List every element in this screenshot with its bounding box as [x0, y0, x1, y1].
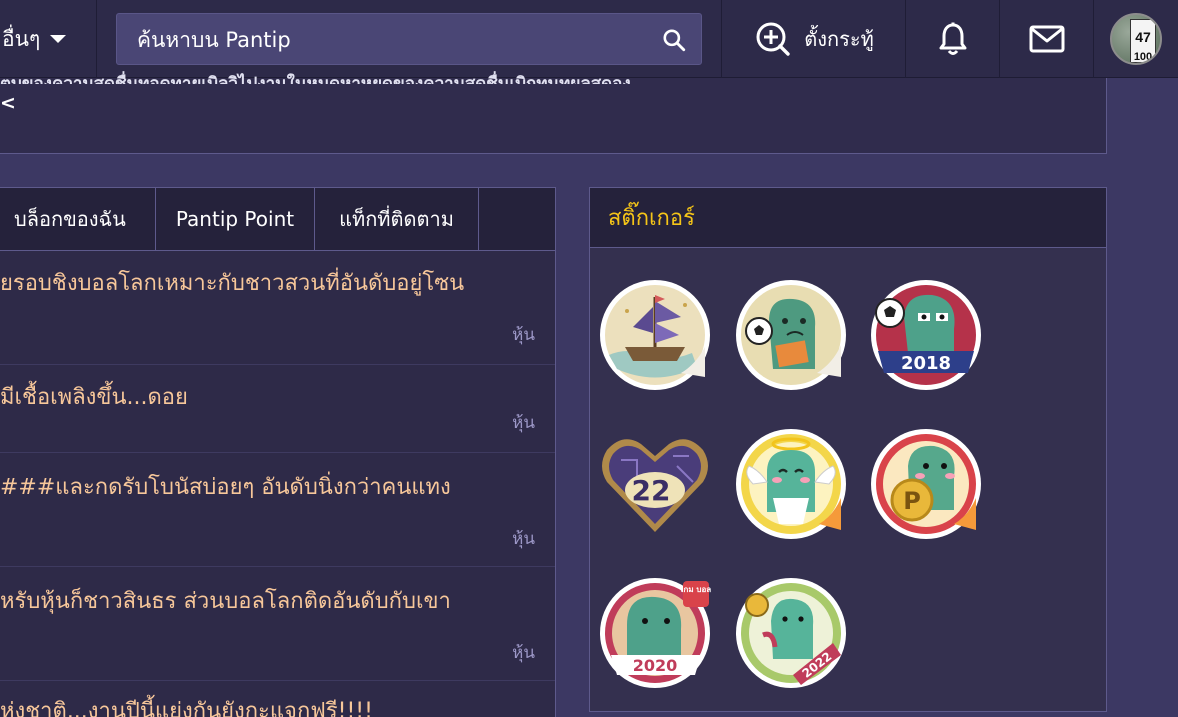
topic-title-link[interactable]: หรับหุ้นก็ชาวสินธร ส่วนบอลโลกติดอันดับกั…	[0, 583, 550, 618]
avatar-sign-bottom-number: 100	[1133, 51, 1153, 63]
search-input[interactable]	[137, 25, 647, 55]
avatar-sign: 47 100	[1130, 19, 1156, 63]
mail-icon	[1029, 25, 1065, 53]
user-menu-button[interactable]: 47 100	[1093, 0, 1178, 78]
sticker-angel[interactable]	[733, 426, 849, 542]
sticker-panel-title: สติ๊กเกอร์	[590, 188, 1106, 248]
sticker-football-2014[interactable]	[733, 277, 849, 393]
chevron-down-icon	[50, 35, 67, 43]
list-item: ห่งชาติ...งานปีนี้แย่งกันยังกะแจกฟรี!!!!	[0, 681, 555, 717]
sticker-year-text: 2020	[633, 656, 678, 675]
worldcup-2022-sticker-icon: 2022	[736, 578, 846, 688]
sticker-year-text: 2018	[901, 353, 951, 374]
feed-panel: บล็อกของฉัน Pantip Point แท็กที่ติดตาม ย…	[0, 187, 556, 717]
create-topic-button[interactable]: ตั้งกระทู้	[721, 0, 906, 78]
sticker-panel: สติ๊กเกอร์ 2018 22 P เกม บอล 2020 2022	[589, 187, 1107, 712]
topic-title-link[interactable]: มีเชื้อเพลิงขึ้น...ดอย	[0, 379, 550, 414]
search-box	[116, 13, 702, 65]
tab-my-blog[interactable]: บล็อกของฉัน	[0, 188, 156, 250]
angel-sticker-icon	[736, 429, 846, 539]
bell-icon	[939, 22, 967, 55]
more-menu-label: อื่นๆ	[2, 26, 41, 51]
tab-followed-tags[interactable]: แท็กที่ติดตาม	[315, 188, 479, 250]
sticker-point-text: P	[903, 487, 921, 515]
avatar: 47 100	[1110, 13, 1162, 65]
top-navigation-bar: อื่นๆ ตั้งกระทู้	[0, 0, 1178, 78]
football-character-sticker-icon	[736, 280, 846, 390]
search-icon[interactable]	[661, 27, 687, 53]
notifications-button[interactable]	[905, 0, 1000, 78]
ship-sticker-icon	[600, 280, 710, 390]
sticker-badge-text: เกม บอล	[681, 585, 712, 594]
topic-tag-link[interactable]: หุ้น	[512, 409, 535, 436]
tab-pantip-point[interactable]: Pantip Point	[156, 188, 315, 250]
collapse-link[interactable]: <	[0, 92, 16, 114]
sticker-game-ball-2020[interactable]: เกม บอล 2020	[597, 575, 713, 691]
pantip-point-sticker-icon: P	[871, 429, 981, 539]
profile-description-text: ตบของความสดชื่นทอดทายเบิลวิไปงานในหมดหาห…	[0, 74, 631, 84]
list-item: มีเชื้อเพลิงขึ้น...ดอย หุ้น	[0, 365, 555, 453]
more-menu-button[interactable]: อื่นๆ	[0, 0, 97, 78]
list-item: ยรอบชิงบอลโลกเหมาะกับชาวสวนที่อันดับอยู่…	[0, 251, 555, 365]
sticker-worldcup-2022[interactable]: 2022	[733, 575, 849, 691]
topic-tag-link[interactable]: หุ้น	[512, 639, 535, 666]
topic-title-link[interactable]: ยรอบชิงบอลโลกเหมาะกับชาวสวนที่อันดับอยู่…	[0, 265, 550, 300]
topic-tag-link[interactable]: หุ้น	[512, 525, 535, 552]
profile-info-panel: ตบของความสดชื่นทอดทายเบิลวิไปงานในหมดหาห…	[0, 74, 1107, 154]
sticker-worldcup-2018[interactable]: 2018	[868, 277, 984, 393]
sticker-pantip-point[interactable]: P	[868, 426, 984, 542]
game-ball-2020-sticker-icon: เกม บอล 2020	[600, 578, 712, 688]
heart-22-sticker-icon: 22	[602, 439, 708, 532]
messages-button[interactable]	[999, 0, 1094, 78]
list-item: ###และกดรับโบนัสบ่อยๆ อันดับนิ่งกว่าคนแท…	[0, 453, 555, 567]
add-topic-icon	[756, 22, 790, 56]
sticker-ship[interactable]	[597, 277, 713, 393]
profile-tabs: บล็อกของฉัน Pantip Point แท็กที่ติดตาม	[0, 188, 555, 251]
topic-tag-link[interactable]: หุ้น	[512, 321, 535, 348]
sticker-number-text: 22	[632, 474, 671, 507]
topic-title-link[interactable]: ###และกดรับโบนัสบ่อยๆ อันดับนิ่งกว่าคนแท…	[0, 469, 550, 504]
list-item: หรับหุ้นก็ชาวสินธร ส่วนบอลโลกติดอันดับกั…	[0, 567, 555, 681]
sticker-heart-22[interactable]: 22	[597, 426, 713, 542]
worldcup-2018-sticker-icon: 2018	[871, 280, 981, 390]
topic-title-link[interactable]: ห่งชาติ...งานปีนี้แย่งกันยังกะแจกฟรี!!!!	[0, 693, 550, 717]
create-topic-label: ตั้งกระทู้	[804, 27, 874, 51]
avatar-sign-number: 47	[1135, 29, 1151, 45]
